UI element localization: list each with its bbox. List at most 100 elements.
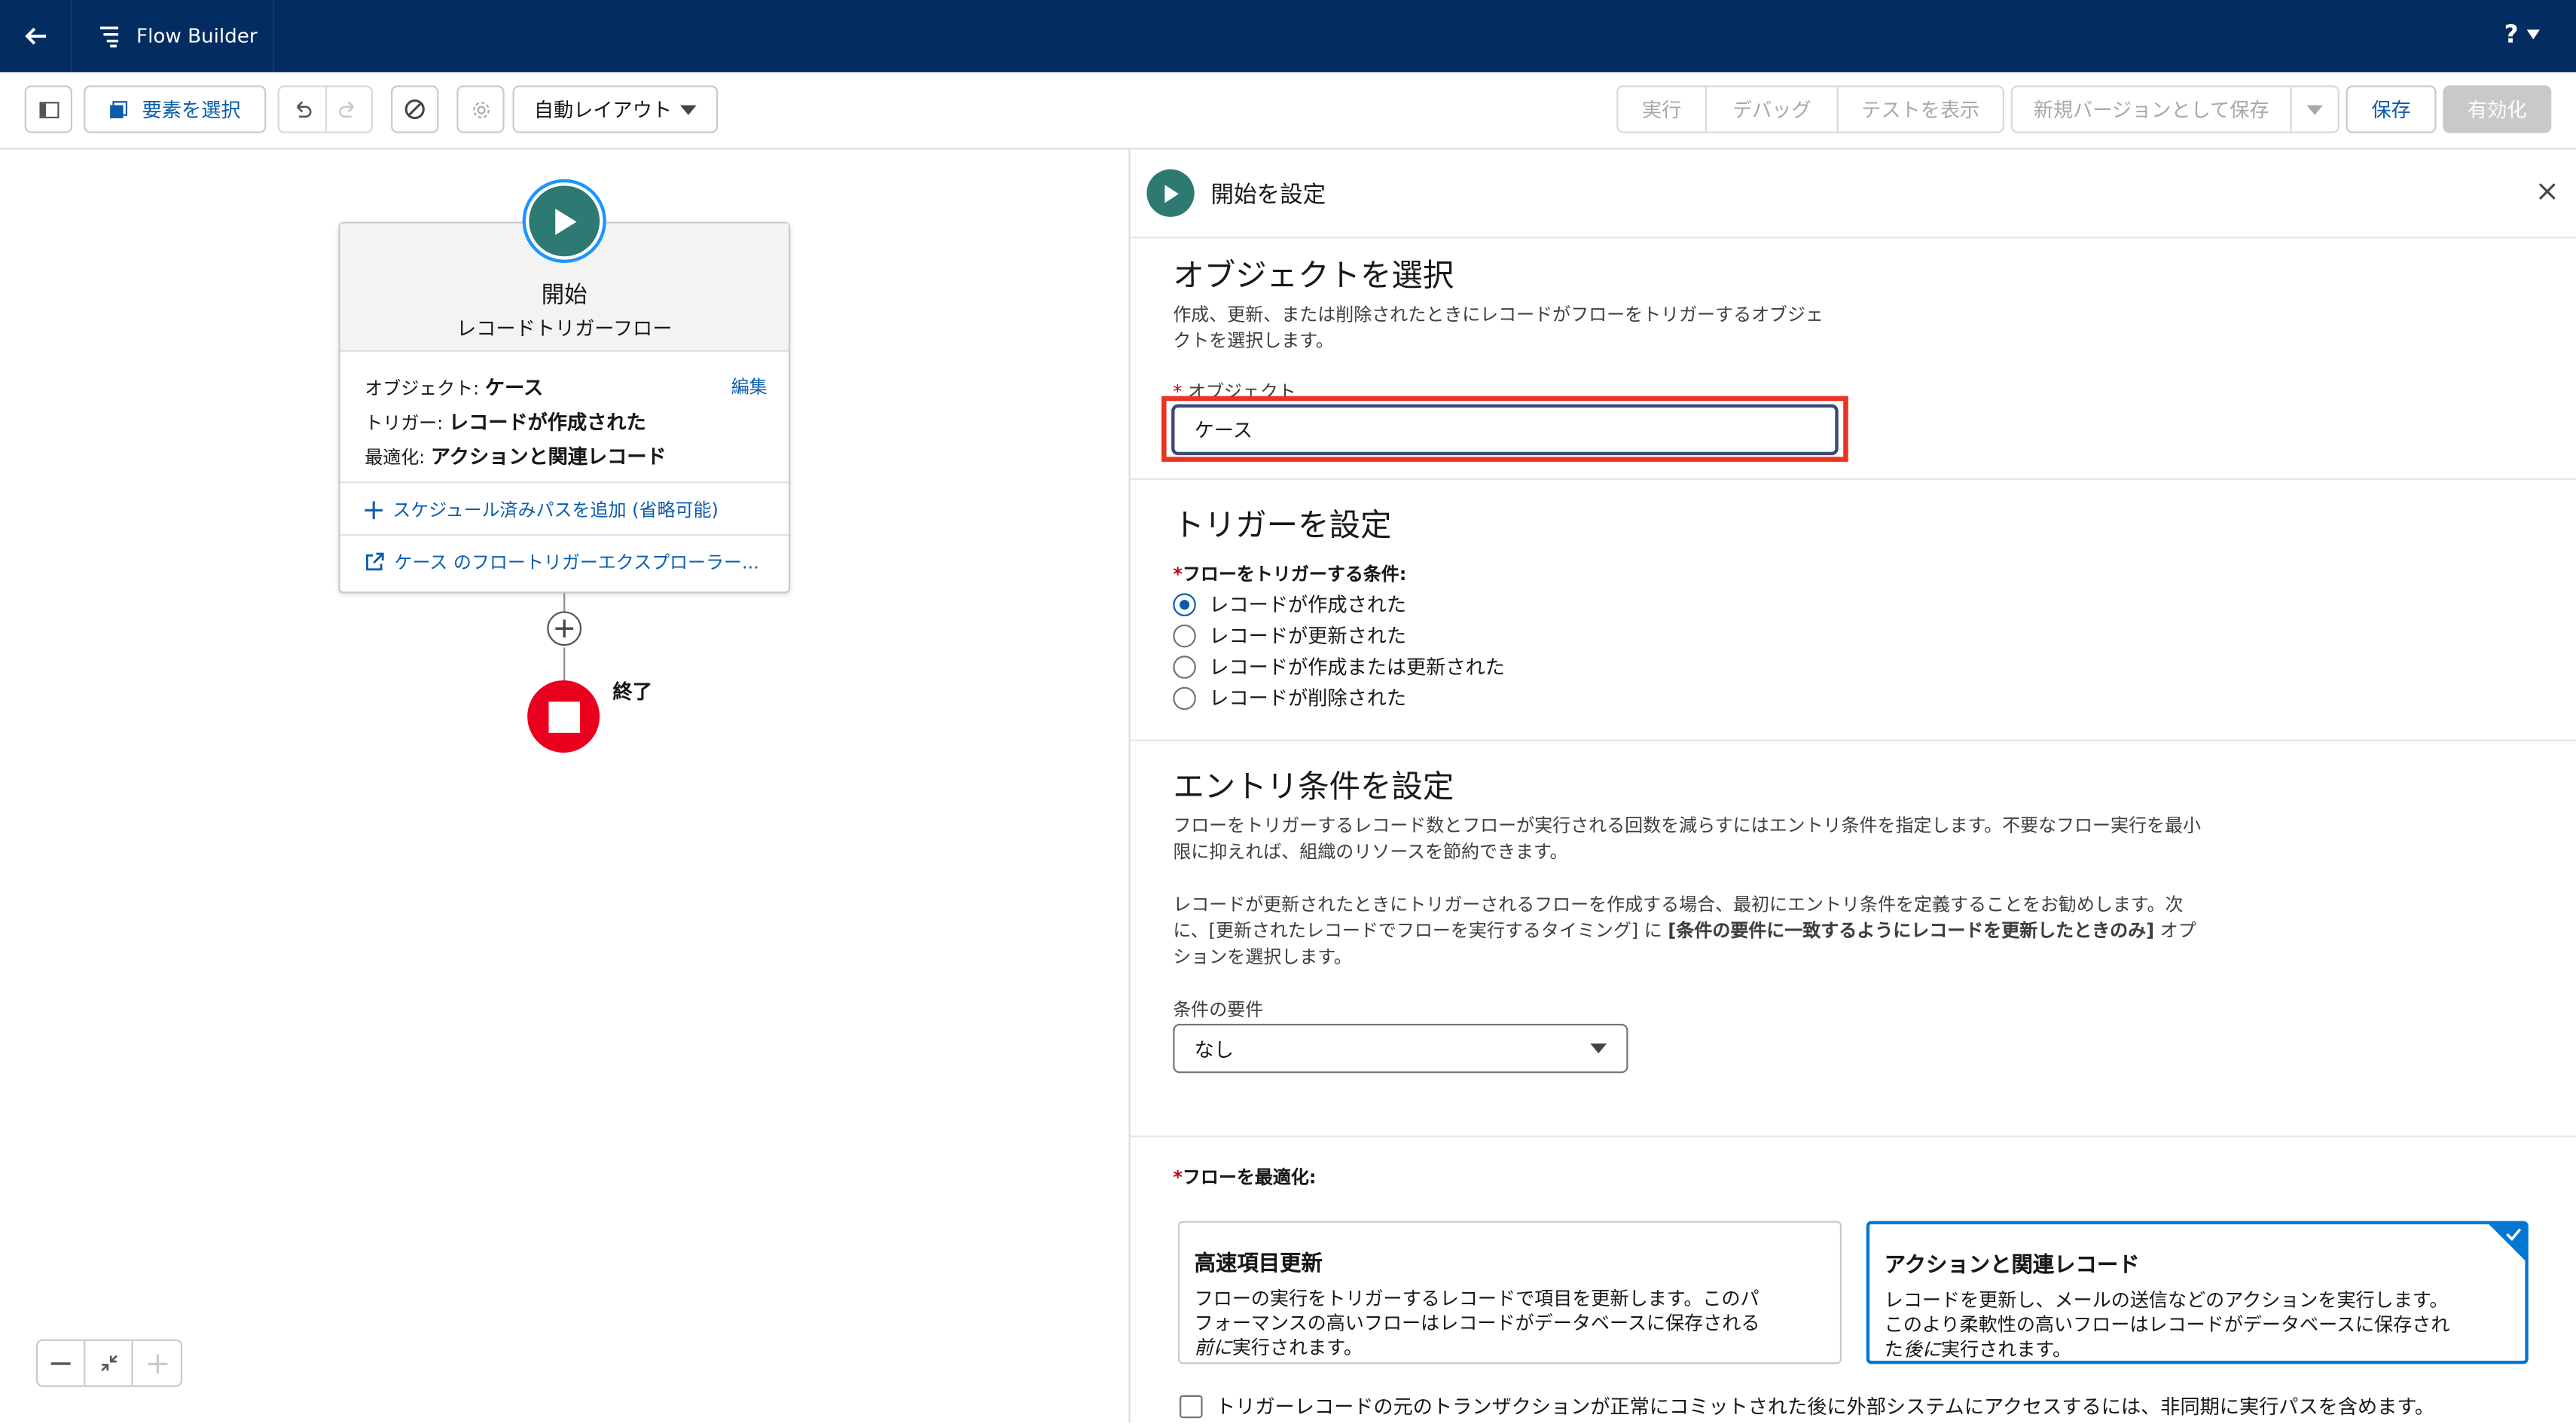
save-menu-button[interactable] xyxy=(2292,87,2338,132)
zoom-controls xyxy=(35,1339,183,1387)
option-desc-line: このより柔軟性の高いフローはレコードがデータベースに保存され xyxy=(1884,1312,2450,1337)
save-as-group: 新規バージョンとして保存 xyxy=(2010,85,2339,133)
object-desc-line: クトを選択します。 xyxy=(1173,330,1334,352)
gear-icon xyxy=(472,101,489,118)
entry-desc-text: に、[更新されたレコードでフローを実行するタイミング] に xyxy=(1173,920,1668,942)
panel-title: 開始を設定 xyxy=(1210,182,1326,208)
radio-button[interactable] xyxy=(1173,592,1196,616)
fast-field-updates-option[interactable]: 高速項目更新 フローの実行をトリガーするレコードで項目を更新します。このパ フォ… xyxy=(1177,1221,1842,1364)
layout-label: 自動レイアウト xyxy=(533,98,673,122)
trigger-explorer-link[interactable]: ケース のフロートリガーエクスプローラー... xyxy=(365,549,759,575)
section-separator xyxy=(1130,478,2576,480)
external-link-icon xyxy=(366,552,384,571)
plus-icon xyxy=(147,1353,167,1374)
help-menu[interactable]: ? xyxy=(2504,20,2541,49)
radio-created-or-updated[interactable]: レコードが作成または更新された xyxy=(1173,651,1505,682)
select-elements-button[interactable]: 要素を選択 xyxy=(84,85,267,133)
end-label: 終了 xyxy=(612,680,652,704)
errors-button[interactable] xyxy=(391,85,439,133)
flow-icon xyxy=(100,26,119,47)
play-icon xyxy=(529,185,600,257)
option-title: 高速項目更新 xyxy=(1194,1252,1323,1277)
save-new-version-button[interactable]: 新規バージョンとして保存 xyxy=(2013,87,2292,132)
option-desc-text: た xyxy=(1884,1337,1903,1361)
object-input[interactable]: ケース xyxy=(1171,404,1839,456)
async-path-checkbox-row[interactable]: トリガーレコードの元のトランザクションが正常にコミットされた後に外部システムにア… xyxy=(1180,1392,2434,1419)
caret-down-icon xyxy=(679,104,697,115)
trigger-prop-label: トリガー: xyxy=(365,412,444,434)
toggle-panel-button[interactable] xyxy=(24,85,72,133)
radio-deleted[interactable]: レコードが削除された xyxy=(1173,682,1505,713)
save-button[interactable]: 保存 xyxy=(2346,85,2437,133)
undo-redo-group xyxy=(277,85,374,133)
optimize-prop-label: 最適化: xyxy=(365,447,426,469)
start-element-card[interactable]: 開始 レコードトリガーフロー オブジェクト: ケース 編集 トリガー: レコード… xyxy=(338,222,791,594)
entry-desc-line: ションを選択します。 xyxy=(1173,946,1352,968)
option-desc-line: た後に実行されます。 xyxy=(1885,1337,2510,1362)
back-button[interactable] xyxy=(0,0,72,72)
option-desc-text: 実行されます。 xyxy=(1232,1336,1363,1359)
trigger-property: トリガー: レコードが作成された xyxy=(365,408,646,435)
activate-button[interactable]: 有効化 xyxy=(2443,85,2552,133)
option-desc-line: フォーマンスの高いフローはレコードがデータベースに保存される xyxy=(1194,1311,1760,1335)
chevron-down-icon xyxy=(2526,29,2541,40)
radio-button[interactable] xyxy=(1173,655,1196,678)
trigger-prop-value: レコードが作成された xyxy=(448,411,646,434)
option-desc-line: レコードを更新し、メールの送信などのアクションを実行します。 xyxy=(1884,1288,2449,1312)
optimize-prop-value: アクションと関連レコード xyxy=(430,445,667,469)
card-divider xyxy=(340,481,789,484)
caret-down-icon xyxy=(1590,1044,1607,1054)
layout-select[interactable]: 自動レイアウト xyxy=(512,85,719,133)
optimize-label: *フローを最適化: xyxy=(1173,1166,1317,1188)
option-desc-text: 実行されます。 xyxy=(1940,1337,2072,1361)
add-element-button[interactable] xyxy=(547,611,582,646)
radio-button[interactable] xyxy=(1173,623,1196,647)
actions-related-records-option[interactable]: アクションと関連レコード レコードを更新し、メールの送信などのアクションを実行し… xyxy=(1866,1221,2529,1364)
debug-button[interactable]: デバッグ xyxy=(1707,87,1839,132)
object-prop-value: ケース xyxy=(484,376,544,400)
card-divider xyxy=(340,533,789,536)
fit-view-button[interactable] xyxy=(85,1340,133,1386)
zoom-in-button[interactable] xyxy=(133,1341,181,1386)
option-title: アクションと関連レコード xyxy=(1884,1254,2140,1279)
add-scheduled-path-link[interactable]: スケジュール済みパスを追加 (省略可能) xyxy=(365,497,719,523)
app-header: Flow Builder ? xyxy=(0,0,2576,72)
close-panel-button[interactable] xyxy=(2538,174,2556,209)
async-path-label: トリガーレコードの元のトランザクションが正常にコミットされた後に外部システムにア… xyxy=(1216,1395,2435,1419)
trigger-condition-label: *フローをトリガーする条件: xyxy=(1173,564,1407,585)
async-path-checkbox[interactable] xyxy=(1180,1394,1203,1418)
flow-canvas[interactable]: 開始 レコードトリガーフロー オブジェクト: ケース 編集 トリガー: レコード… xyxy=(0,149,1129,1423)
radio-button[interactable] xyxy=(1173,686,1196,710)
section-separator xyxy=(1130,1135,2576,1138)
entry-desc-line: レコードが更新されたときにトリガーされるフローを作成する場合、最初にエントリ条件… xyxy=(1173,894,2184,915)
radio-label: レコードが更新された xyxy=(1209,624,1407,648)
radio-created[interactable]: レコードが作成された xyxy=(1173,588,1505,619)
app-title: Flow Builder xyxy=(136,24,258,48)
option-desc-emph: 前に xyxy=(1194,1336,1232,1359)
redo-button[interactable] xyxy=(326,87,371,132)
condition-req-select[interactable]: なし xyxy=(1173,1023,1628,1074)
redo-icon xyxy=(339,100,355,118)
settings-button[interactable] xyxy=(456,85,505,133)
undo-button[interactable] xyxy=(279,87,326,132)
trigger-section-heading: トリガーを設定 xyxy=(1173,507,1392,544)
toolbar: 要素を選択 自動レイアウト 実行 デバッグ テストを表示 新規バージョンとして保… xyxy=(0,72,2576,150)
end-icon[interactable] xyxy=(527,680,600,753)
radio-label: レコードが削除された xyxy=(1209,686,1407,710)
section-separator xyxy=(1130,739,2576,741)
run-button[interactable]: 実行 xyxy=(1618,87,1708,132)
zoom-out-button[interactable] xyxy=(38,1340,86,1386)
start-config-panel: 開始を設定 オブジェクトを選択 作成、更新、または削除されたときにレコードがフロ… xyxy=(1128,149,2576,1423)
start-icon[interactable] xyxy=(522,179,606,263)
optimize-property: 最適化: アクションと関連レコード xyxy=(365,442,667,470)
view-tests-button[interactable]: テストを表示 xyxy=(1839,87,2003,132)
close-icon xyxy=(2538,183,2556,200)
caret-down-icon xyxy=(2306,104,2324,115)
condition-req-value: なし xyxy=(1194,1037,1235,1061)
run-debug-group: 実行 デバッグ テストを表示 xyxy=(1616,85,2004,133)
object-section-heading: オブジェクトを選択 xyxy=(1173,258,1454,295)
edit-start-link[interactable]: 編集 xyxy=(731,373,768,399)
panel-icon xyxy=(38,101,59,118)
radio-updated[interactable]: レコードが更新された xyxy=(1173,619,1505,650)
compress-icon xyxy=(100,1355,117,1371)
